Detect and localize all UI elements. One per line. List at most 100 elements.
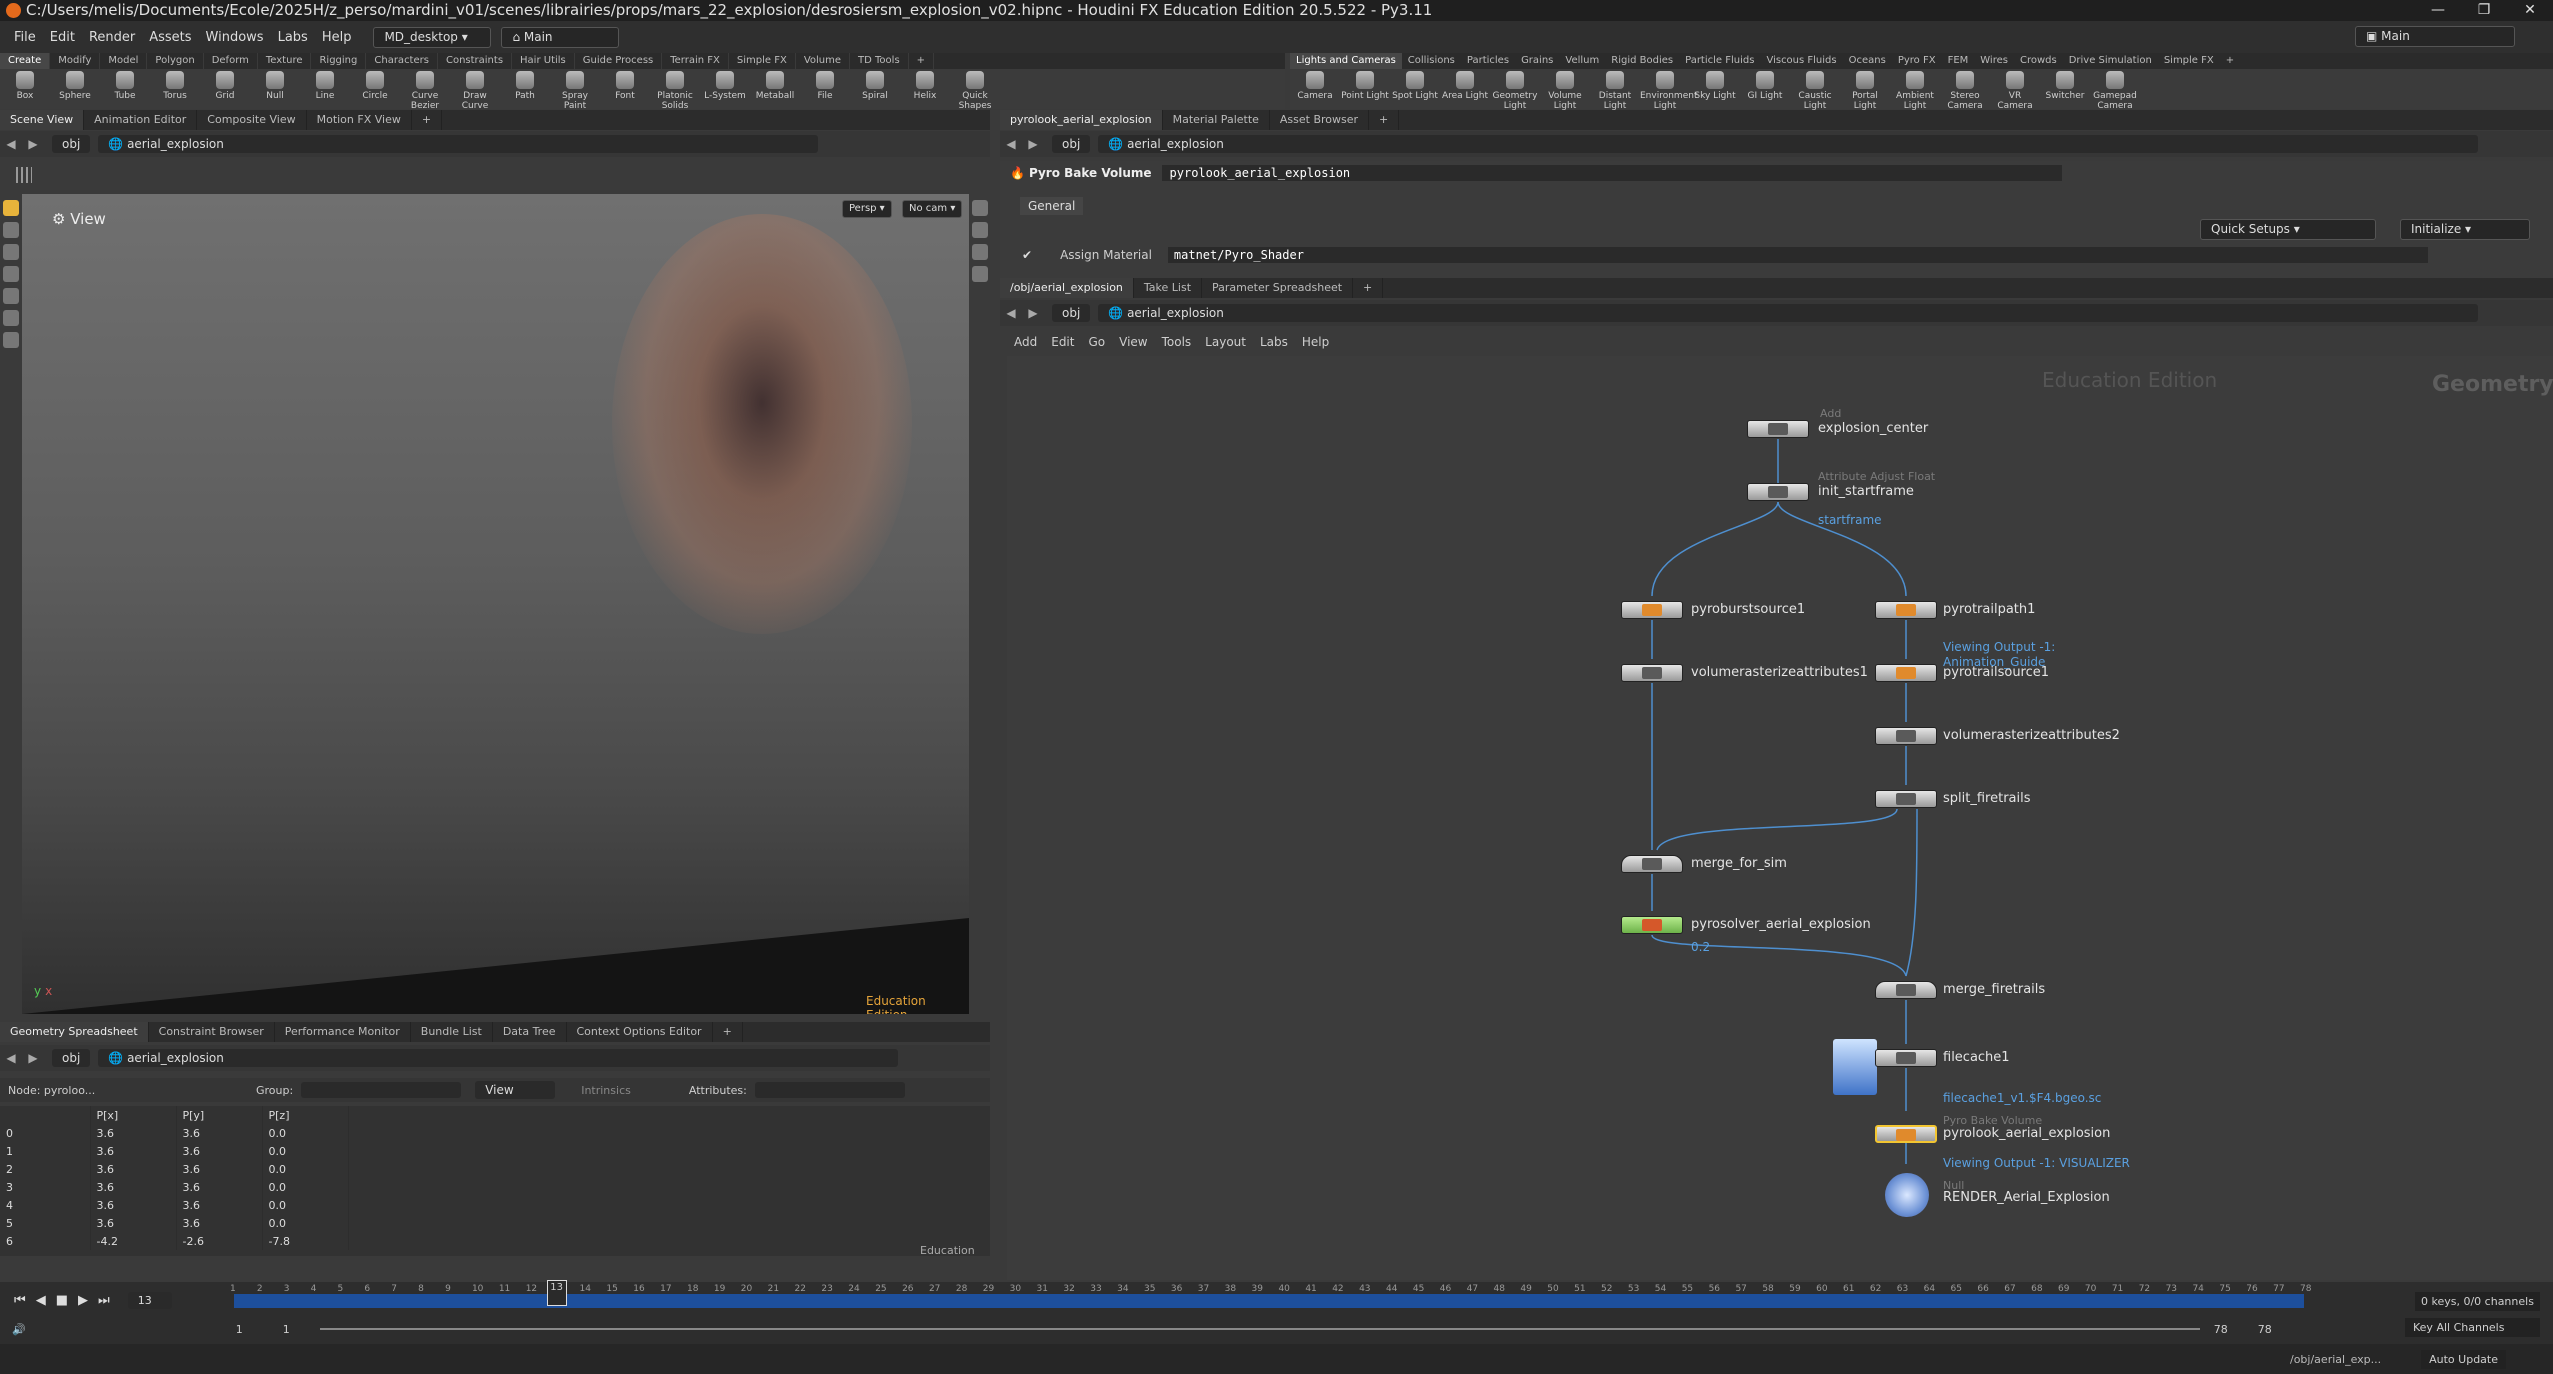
menu-item-help[interactable]: Help	[322, 30, 352, 45]
shelf-tool[interactable]: Geometry Light	[1490, 69, 1540, 111]
auto-update[interactable]: Auto Update	[2421, 1349, 2506, 1369]
shelf-tool[interactable]: Stereo Camera	[1940, 69, 1990, 111]
back-arrow-icon[interactable]: ◀	[0, 137, 22, 151]
move-tool-icon[interactable]	[3, 222, 19, 238]
shelf-tool[interactable]: Point Light	[1340, 69, 1390, 101]
snap-icon[interactable]	[971, 266, 988, 282]
network-menu-help[interactable]: Help	[1302, 335, 1329, 349]
shelf-tab[interactable]: Grains	[1515, 53, 1559, 69]
node-volumerasterizeattributes2[interactable]	[1875, 727, 1937, 745]
shelf-tool[interactable]: Volume Light	[1540, 69, 1590, 111]
menu-item-render[interactable]: Render	[89, 30, 135, 45]
pane-tab[interactable]: Animation Editor	[84, 110, 198, 130]
menu-item-labs[interactable]: Labs	[278, 30, 308, 45]
pane-tab[interactable]: Parameter Spreadsheet	[1202, 278, 1354, 298]
scale-tool-icon[interactable]	[3, 266, 19, 282]
desktop-selector[interactable]: MD_desktop ▾	[373, 26, 492, 48]
shelf-tool[interactable]: Portal Light	[1840, 69, 1890, 111]
pane-tab[interactable]: Scene View	[0, 110, 85, 130]
menu-item-windows[interactable]: Windows	[206, 30, 264, 45]
shelf-tool[interactable]: Camera	[1290, 69, 1340, 101]
pane-tab[interactable]: Performance Monitor	[275, 1022, 411, 1042]
breadcrumb-path[interactable]: 🌐 aerial_explosion	[98, 1049, 899, 1067]
shelf-tool[interactable]: Environment Light	[1640, 69, 1697, 111]
shelf-tab[interactable]: Particles	[1461, 53, 1515, 69]
menu-item-file[interactable]: File	[14, 30, 36, 45]
node-init-startframe[interactable]	[1747, 483, 1809, 501]
breadcrumb-path[interactable]: 🌐 aerial_explosion	[1098, 304, 2479, 322]
node-merge-firetrails[interactable]	[1875, 981, 1937, 999]
network-editor[interactable]: Education Edition Geometry Add explosion…	[1007, 356, 2553, 1280]
node-pyrotrailpath1[interactable]	[1875, 601, 1937, 619]
forward-arrow-icon[interactable]: ▶	[22, 137, 44, 151]
network-menu-view[interactable]: View	[1119, 335, 1147, 349]
status-path[interactable]: /obj/aerial_exp...	[2290, 1353, 2381, 1366]
shelf-tool[interactable]: Distant Light	[1590, 69, 1640, 111]
shelf-tool[interactable]: Helix	[900, 69, 950, 101]
node-pyrosolver[interactable]	[1621, 916, 1683, 934]
pane-tab[interactable]: +	[713, 1022, 743, 1042]
range-end-2[interactable]: 78	[2258, 1323, 2272, 1336]
shelf-tool[interactable]: Curve Bezier	[400, 69, 450, 111]
pane-tab[interactable]: Material Palette	[1163, 110, 1270, 130]
shelf-tab[interactable]: Guide Process	[575, 53, 663, 69]
shelf-tool[interactable]: Spiral	[850, 69, 900, 101]
shelf-tab[interactable]: Terrain FX	[662, 53, 729, 69]
shelf-tab[interactable]: Particle Fluids	[1679, 53, 1760, 69]
breadcrumb-obj[interactable]: obj	[1052, 135, 1091, 153]
scene-viewport[interactable]: ⚙ View Persp ▾ No cam ▾ Education Editio…	[22, 194, 969, 1014]
shelf-tab[interactable]: Pyro FX	[1892, 53, 1942, 69]
close-button[interactable]: ✕	[2507, 0, 2553, 21]
table-row[interactable]: 2 3.6 3.6 0.0	[0, 1160, 349, 1178]
group-field[interactable]	[301, 1082, 462, 1098]
breadcrumb-path[interactable]: 🌐 aerial_explosion	[98, 135, 819, 153]
node-filecache1[interactable]	[1875, 1049, 1937, 1067]
table-row[interactable]: 0 3.6 3.6 0.0	[0, 1124, 349, 1142]
shelf-tool[interactable]: Font	[600, 69, 650, 101]
audio-icon[interactable]: 🔊	[12, 1323, 26, 1336]
shelf-tab[interactable]: +	[909, 53, 935, 69]
shading-icon[interactable]	[971, 222, 988, 238]
shelf-tool[interactable]: File	[800, 69, 850, 101]
shelf-tool[interactable]: Sphere	[50, 69, 100, 101]
node-merge-for-sim[interactable]	[1621, 855, 1683, 873]
shelf-tool[interactable]: Spray Paint	[550, 69, 600, 111]
assign-material-field[interactable]: matnet/Pyro_Shader	[1167, 247, 2428, 263]
node-render-null[interactable]	[1885, 1173, 1929, 1217]
shelf-tool[interactable]: Gamepad Camera	[2090, 69, 2140, 111]
shelf-tab[interactable]: Volume	[796, 53, 851, 69]
lock-icon[interactable]	[971, 244, 988, 260]
camera-menu[interactable]: No cam ▾	[902, 200, 963, 218]
rotate-tool-icon[interactable]	[3, 244, 19, 260]
shelf-tab[interactable]: Drive Simulation	[2063, 53, 2158, 69]
network-menu-add[interactable]: Add	[1014, 335, 1037, 349]
shelf-tool[interactable]: Box	[0, 69, 50, 101]
network-menu-tools[interactable]: Tools	[1162, 335, 1192, 349]
pane-tab[interactable]: +	[1369, 110, 1400, 130]
shelf-tab[interactable]: Rigid Bodies	[1605, 53, 1679, 69]
shelf-tool[interactable]: Sky Light	[1690, 69, 1740, 101]
shelf-tab[interactable]: FEM	[1942, 53, 1975, 69]
current-frame-field[interactable]: 13	[127, 1292, 172, 1309]
breadcrumb-obj[interactable]: obj	[52, 135, 91, 153]
shelf-tool[interactable]: VR Camera	[1990, 69, 2040, 111]
shelf-tab[interactable]: Oceans	[1843, 53, 1892, 69]
pane-tab[interactable]: Asset Browser	[1270, 110, 1370, 130]
pane-tab[interactable]: Composite View	[197, 110, 307, 130]
shelf-tool[interactable]: Platonic Solids	[650, 69, 700, 111]
pose-tool-icon[interactable]	[3, 310, 19, 326]
key-all-channels[interactable]: Key All Channels	[2405, 1318, 2540, 1337]
pane-tab[interactable]: Geometry Spreadsheet	[0, 1022, 149, 1042]
table-row[interactable]: 4 3.6 3.6 0.0	[0, 1196, 349, 1214]
shelf-tab[interactable]: Collisions	[1402, 53, 1461, 69]
checkbox-check-icon[interactable]: ✔	[1022, 248, 1032, 262]
shelf-tab[interactable]: +	[2220, 53, 2240, 69]
shelf-tab[interactable]: Polygon	[147, 53, 204, 69]
table-row[interactable]: 6 -4.2 -2.6 -7.8	[0, 1232, 349, 1250]
grid-icon[interactable]	[16, 167, 32, 183]
shelf-tool[interactable]: Torus	[150, 69, 200, 101]
pane-tab[interactable]: +	[412, 110, 443, 130]
pane-tab[interactable]: Data Tree	[493, 1022, 567, 1042]
forward-arrow-icon[interactable]: ▶	[22, 1051, 44, 1065]
shelf-tab[interactable]: Hair Utils	[512, 53, 575, 69]
